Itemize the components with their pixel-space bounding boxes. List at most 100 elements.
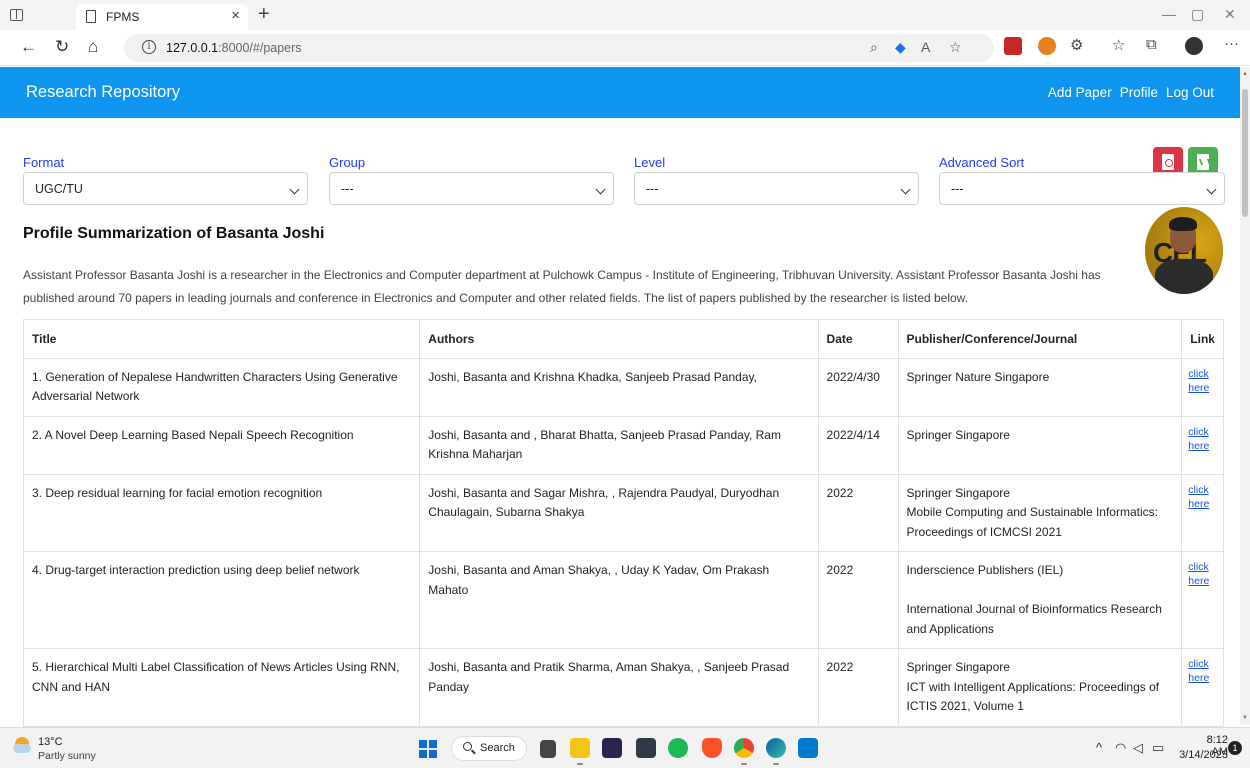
- more-icon[interactable]: ···: [1224, 35, 1239, 52]
- group-select[interactable]: ---: [329, 172, 614, 205]
- scroll-thumb[interactable]: [1242, 89, 1248, 217]
- paper-publisher: Springer Singapore ICT with Intelligent A…: [897, 648, 1183, 727]
- avatar-shirt: [1155, 259, 1213, 294]
- profile-description: Assistant Professor Basanta Joshi is a r…: [23, 268, 1101, 305]
- favorite-icon[interactable]: ☆: [949, 39, 962, 56]
- table-row: 1. Generation of Nepalese Handwritten Ch…: [22, 357, 1224, 417]
- extension-red-icon[interactable]: [1004, 37, 1022, 55]
- header-authors: Authors: [419, 319, 819, 359]
- pdf-icon: [1162, 154, 1174, 170]
- cloud-icon: [13, 744, 31, 753]
- tray-overflow-icon[interactable]: ^: [1096, 740, 1102, 755]
- chevron-down-icon: [289, 184, 300, 195]
- paper-date: 2022: [817, 648, 899, 727]
- weather-temperature[interactable]: 13°C: [38, 736, 63, 748]
- task-view-icon[interactable]: [540, 740, 556, 758]
- publisher-name: Springer Nature Singapore: [906, 369, 1050, 384]
- terminal-icon[interactable]: [636, 738, 656, 758]
- format-label: Format: [23, 155, 65, 170]
- app-icon[interactable]: [602, 738, 622, 758]
- format-select[interactable]: UGC/TU: [23, 172, 308, 205]
- paper-date: 2022: [817, 551, 899, 649]
- papers-table: Title Authors Date Publisher/Conference/…: [22, 319, 1224, 727]
- table-row: 4. Drug-target interaction prediction us…: [22, 551, 1224, 649]
- start-icon[interactable]: [419, 740, 437, 758]
- paper-authors: Joshi, Basanta and Krishna Khadka, Sanje…: [419, 357, 819, 417]
- paper-title: 3. Deep residual learning for facial emo…: [22, 473, 421, 552]
- running-indicator: [577, 763, 583, 765]
- brave-icon[interactable]: [702, 738, 722, 758]
- browser-tab[interactable]: FPMS ×: [76, 4, 248, 30]
- advanced-sort-select[interactable]: ---: [939, 172, 1225, 205]
- profile-avatar: CEL: [1145, 207, 1223, 294]
- paper-link[interactable]: click here: [1188, 484, 1209, 510]
- publisher-name: Inderscience Publishers (IEL): [906, 563, 1064, 577]
- extensions-icon[interactable]: ⚙: [1070, 36, 1083, 54]
- excel-icon: [1197, 154, 1209, 170]
- weather-description[interactable]: Partly sunny: [38, 750, 96, 762]
- file-explorer-icon[interactable]: [570, 738, 590, 758]
- paper-publisher: Inderscience Publishers (IEL) Internation…: [897, 551, 1183, 649]
- running-indicator: [773, 763, 779, 765]
- publisher-venue: Mobile Computing and Sustainable Informa…: [906, 505, 1158, 539]
- tab-actions-icon[interactable]: [10, 9, 23, 21]
- paper-link[interactable]: click here: [1188, 561, 1209, 587]
- minimize-icon[interactable]: —: [1162, 6, 1176, 22]
- browser-tab-bar: FPMS × + — ▢ ✕: [0, 0, 1250, 30]
- table-header-row: Title Authors Date Publisher/Conference/…: [22, 319, 1224, 359]
- paper-link[interactable]: click here: [1188, 658, 1209, 684]
- tab-close-icon[interactable]: ×: [231, 7, 240, 24]
- collections-icon[interactable]: ⧉: [1146, 36, 1157, 53]
- maximize-icon[interactable]: ▢: [1191, 6, 1204, 23]
- profile-avatar-icon[interactable]: [1185, 37, 1203, 55]
- volume-icon[interactable]: ◁: [1133, 740, 1143, 756]
- nav-logout[interactable]: Log Out: [1166, 85, 1214, 100]
- home-icon[interactable]: ⌂: [88, 37, 98, 57]
- page-scrollbar[interactable]: ▲ ▼: [1240, 67, 1250, 725]
- refresh-icon[interactable]: ↻: [55, 37, 69, 57]
- clock-date[interactable]: 3/14/2023: [1172, 749, 1228, 761]
- scroll-up-icon[interactable]: ▲: [1242, 71, 1248, 77]
- chevron-down-icon: [900, 184, 911, 195]
- paper-date: 2022: [817, 473, 899, 552]
- edge-icon[interactable]: [766, 738, 786, 758]
- site-info-icon[interactable]: i: [142, 40, 156, 54]
- level-select[interactable]: ---: [634, 172, 919, 205]
- weather-icon[interactable]: [13, 737, 31, 755]
- paper-authors: Joshi, Basanta and , Bharat Bhatta, Sanj…: [419, 415, 819, 475]
- paper-authors: Joshi, Basanta and Aman Shakya, , Uday K…: [419, 551, 819, 649]
- metamask-icon[interactable]: [1038, 37, 1056, 55]
- notification-badge[interactable]: 1: [1228, 741, 1242, 755]
- new-tab-button[interactable]: +: [258, 3, 270, 26]
- back-icon[interactable]: ←: [20, 37, 37, 57]
- window-close-icon[interactable]: ✕: [1224, 6, 1236, 23]
- table-row: 3. Deep residual learning for facial emo…: [22, 473, 1224, 552]
- paper-link[interactable]: click here: [1188, 426, 1209, 452]
- paper-link-cell: click here: [1181, 357, 1224, 417]
- chrome-icon[interactable]: [734, 738, 754, 758]
- paper-link[interactable]: click here: [1188, 368, 1209, 394]
- wifi-icon[interactable]: ◠: [1115, 740, 1126, 756]
- brand-title[interactable]: Research Repository: [26, 83, 180, 102]
- battery-icon[interactable]: ▭: [1152, 740, 1164, 756]
- read-aloud-icon[interactable]: A: [921, 39, 930, 55]
- search-icon: [463, 742, 472, 751]
- level-value: ---: [646, 182, 659, 196]
- tag-icon[interactable]: ◆: [895, 39, 906, 56]
- paper-title: 4. Drug-target interaction prediction us…: [22, 551, 421, 649]
- url-text: 127.0.0.1:8000/#/papers: [166, 41, 302, 55]
- find-icon[interactable]: ⌕: [870, 39, 878, 56]
- nav-profile[interactable]: Profile: [1120, 85, 1158, 100]
- vscode-icon[interactable]: [798, 738, 818, 758]
- nav-add-paper[interactable]: Add Paper: [1048, 85, 1112, 100]
- taskbar-search[interactable]: Search: [451, 736, 527, 761]
- paper-authors: Joshi, Basanta and Pratik Sharma, Aman S…: [419, 648, 819, 727]
- url-field[interactable]: i 127.0.0.1:8000/#/papers ⌕ ◆ A ☆: [124, 34, 994, 62]
- header-link: Link: [1181, 319, 1224, 359]
- favorites-icon[interactable]: ☆: [1112, 36, 1125, 54]
- paper-authors: Joshi, Basanta and Sagar Mishra, , Rajen…: [419, 473, 819, 552]
- spotify-icon[interactable]: [668, 738, 688, 758]
- paper-publisher: Springer Singapore: [897, 415, 1183, 475]
- scroll-down-icon[interactable]: ▼: [1242, 715, 1248, 721]
- advanced-sort-value: ---: [951, 182, 964, 196]
